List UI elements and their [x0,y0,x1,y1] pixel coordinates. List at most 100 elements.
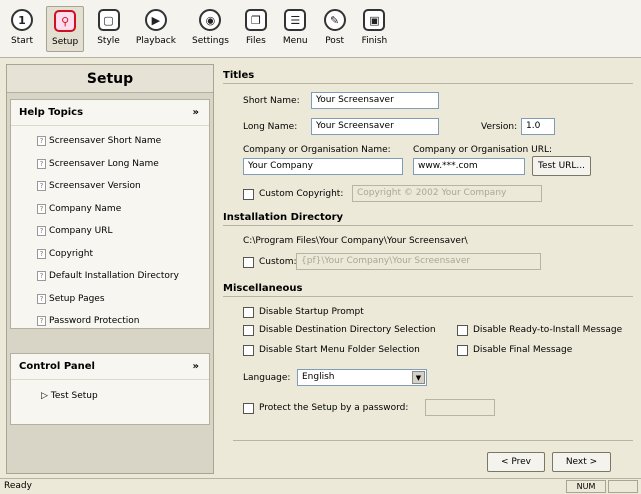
toolbar-label: Post [325,36,345,46]
status-bar: Ready NUM [0,478,641,494]
help-page-icon: ? [37,248,46,259]
disable-dest-label: Disable Destination Directory Selection [259,325,436,335]
help-topic-label: Company URL [49,226,113,237]
help-page-icon: ? [37,316,46,327]
prev-button[interactable]: < Prev [487,452,545,472]
control-panel-header[interactable]: Control Panel » [11,354,209,380]
setup-icon: ⚲ [54,10,77,32]
toolbar-label: Style [97,36,120,46]
finish-icon: ▣ [363,9,386,31]
url-label: Company or Organisation URL: [413,145,552,155]
help-page-icon: ? [37,136,46,147]
titles-heading: Titles [223,70,633,84]
toolbar-style-button[interactable]: ▢ Style [94,6,123,52]
help-topic-label: Default Installation Directory [49,271,179,282]
disable-final-checkbox[interactable] [457,345,468,356]
custom-copyright-checkbox[interactable] [243,189,254,200]
collapse-icon[interactable]: » [193,107,199,118]
disable-final-label: Disable Final Message [473,345,573,355]
sidebar-title: Setup [7,65,213,93]
language-select[interactable]: English ▼ [297,369,427,386]
install-path: C:\Program Files\Your Company\Your Scree… [243,236,468,246]
triangle-right-icon: ▷ [41,391,48,401]
toolbar-playback-button[interactable]: ▶ Playback [133,6,179,52]
toolbar-files-button[interactable]: ❐ Files [242,6,270,52]
company-label: Company or Organisation Name: [243,145,391,155]
toolbar-finish-button[interactable]: ▣ Finish [359,6,391,52]
help-topic-label: Screensaver Version [49,181,141,192]
help-topics-panel: Help Topics » ? Screensaver Short Name ? S… [10,99,210,329]
menu-icon: ☰ [284,9,307,31]
next-button[interactable]: Next > [552,452,611,472]
disable-dest-checkbox[interactable] [243,325,254,336]
help-page-icon: ? [37,158,46,169]
toolbar-label: Playback [135,36,176,46]
short-name-input[interactable]: Your Screensaver [311,92,439,109]
toolbar-post-button[interactable]: ✎ Post [321,6,349,52]
help-topic-item[interactable]: ? Screensaver Long Name [11,153,209,176]
install-heading: Installation Directory [223,212,633,226]
help-topic-label: Password Protection [49,316,140,327]
toolbar-menu-button[interactable]: ☰ Menu [280,6,311,52]
help-topic-label: Copyright [49,248,93,259]
custom-dir-input[interactable]: {pf}\Your Company\Your Screensaver [296,253,541,270]
num-lock-indicator: NUM [566,480,606,493]
help-page-icon: ? [37,226,46,237]
short-name-label: Short Name: [243,96,300,106]
test-setup-label: Test Setup [50,391,98,401]
company-input[interactable]: Your Company [243,158,403,175]
playback-icon: ▶ [144,9,167,31]
disable-startmenu-checkbox[interactable] [243,345,254,356]
custom-dir-checkbox[interactable] [243,257,254,268]
help-topic-item[interactable]: ? Company URL [11,220,209,243]
disable-startmenu-label: Disable Start Menu Folder Selection [259,345,420,355]
help-page-icon: ? [37,271,46,282]
toolbar-settings-button[interactable]: ◉ Settings [189,6,232,52]
password-input[interactable] [425,399,495,416]
test-url-button[interactable]: Test URL... [532,156,591,176]
disable-startup-checkbox[interactable] [243,307,254,318]
help-topic-item[interactable]: ? Password Protection [11,310,209,333]
help-page-icon: ? [37,203,46,214]
toolbar-label: Files [246,36,266,46]
toolbar: 1 Start ⚲ Setup ▢ Style ▶ Playback ◉ Set… [0,0,641,58]
misc-heading: Miscellaneous [223,283,633,297]
dropdown-arrow-icon[interactable]: ▼ [412,371,425,384]
sidebar: Setup Help Topics » ? Screensaver Short N… [6,64,214,474]
long-name-label: Long Name: [243,122,298,132]
help-topic-item[interactable]: ? Default Installation Directory [11,265,209,288]
toolbar-label: Menu [282,36,308,46]
custom-copyright-input[interactable]: Copyright © 2002 Your Company [352,185,542,202]
help-topic-item[interactable]: ? Setup Pages [11,288,209,311]
post-icon: ✎ [323,9,346,31]
help-topic-item[interactable]: ? Copyright [11,243,209,266]
help-topic-label: Company Name [49,203,122,214]
start-icon: 1 [11,9,33,31]
help-topic-item[interactable]: ? Screensaver Short Name [11,130,209,153]
toolbar-setup-button[interactable]: ⚲ Setup [46,6,85,52]
help-topic-item[interactable]: ? Company Name [11,198,209,221]
help-topics-header[interactable]: Help Topics » [11,100,209,126]
language-value: English [302,372,335,382]
protect-password-checkbox[interactable] [243,403,254,414]
collapse-icon[interactable]: » [193,361,199,372]
test-setup-link[interactable]: ▷ Test Setup [11,384,209,408]
version-input[interactable]: 1.0 [521,118,555,135]
disable-ready-checkbox[interactable] [457,325,468,336]
toolbar-label: Finish [361,36,388,46]
settings-icon: ◉ [199,9,222,31]
url-input[interactable]: www.***.com [413,158,525,175]
long-name-input[interactable]: Your Screensaver [311,118,439,135]
help-topic-label: Screensaver Short Name [49,136,162,147]
toolbar-start-button[interactable]: 1 Start [8,6,36,52]
toolbar-label: Start [11,36,33,46]
disable-ready-label: Disable Ready-to-Install Message [473,325,623,335]
help-topic-label: Screensaver Long Name [49,158,159,169]
style-icon: ▢ [97,9,120,31]
custom-copyright-label: Custom Copyright: [259,189,344,199]
control-panel: Control Panel » ▷ Test Setup [10,353,210,425]
divider [233,440,633,441]
toolbar-label: Settings [191,36,229,46]
files-icon: ❐ [244,9,267,31]
help-topic-item[interactable]: ? Screensaver Version [11,175,209,198]
